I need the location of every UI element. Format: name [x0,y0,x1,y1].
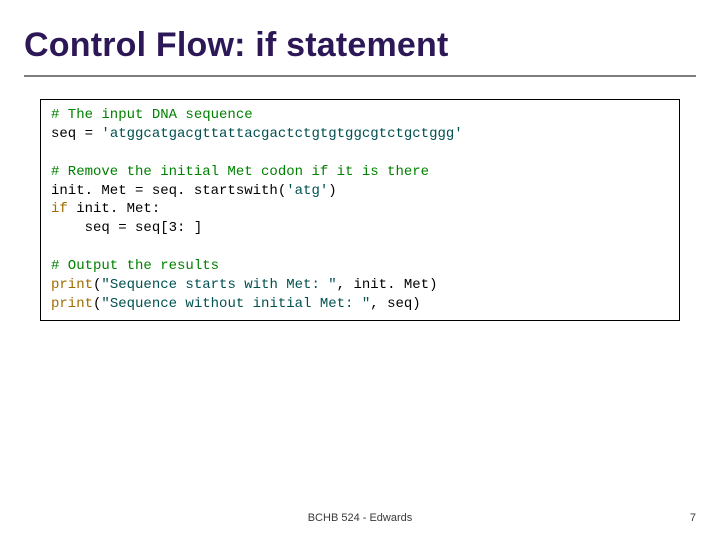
slide-footer: BCHB 524 - Edwards [0,512,720,524]
code-text: init. Met: [68,201,160,217]
title-area: Control Flow: if statement [0,0,720,77]
page-number: 7 [690,512,696,524]
code-string: 'atg' [286,183,328,199]
slide: Control Flow: if statement # The input D… [0,0,720,540]
code-comment: # The input DNA sequence [51,107,253,123]
code-text: seq = seq[3: ] [51,220,202,236]
code-text: , init. Met) [337,277,438,293]
slide-title: Control Flow: if statement [24,26,696,65]
code-keyword: print [51,277,93,293]
code-text: init. Met = seq. startswith( [51,183,286,199]
code-text: , seq) [370,296,420,312]
code-keyword: if [51,201,68,217]
code-comment: # Remove the initial Met codon if it is … [51,164,429,180]
code-block: # The input DNA sequence seq = 'atggcatg… [40,99,680,321]
code-text: seq = [51,126,101,142]
code-text: ) [328,183,336,199]
title-underline [24,75,696,77]
code-string: "Sequence without initial Met: " [101,296,370,312]
code-string: "Sequence starts with Met: " [101,277,336,293]
code-comment: # Output the results [51,258,219,274]
code-string: 'atggcatgacgttattacgactctgtgtggcgtctgctg… [101,126,462,142]
code-keyword: print [51,296,93,312]
